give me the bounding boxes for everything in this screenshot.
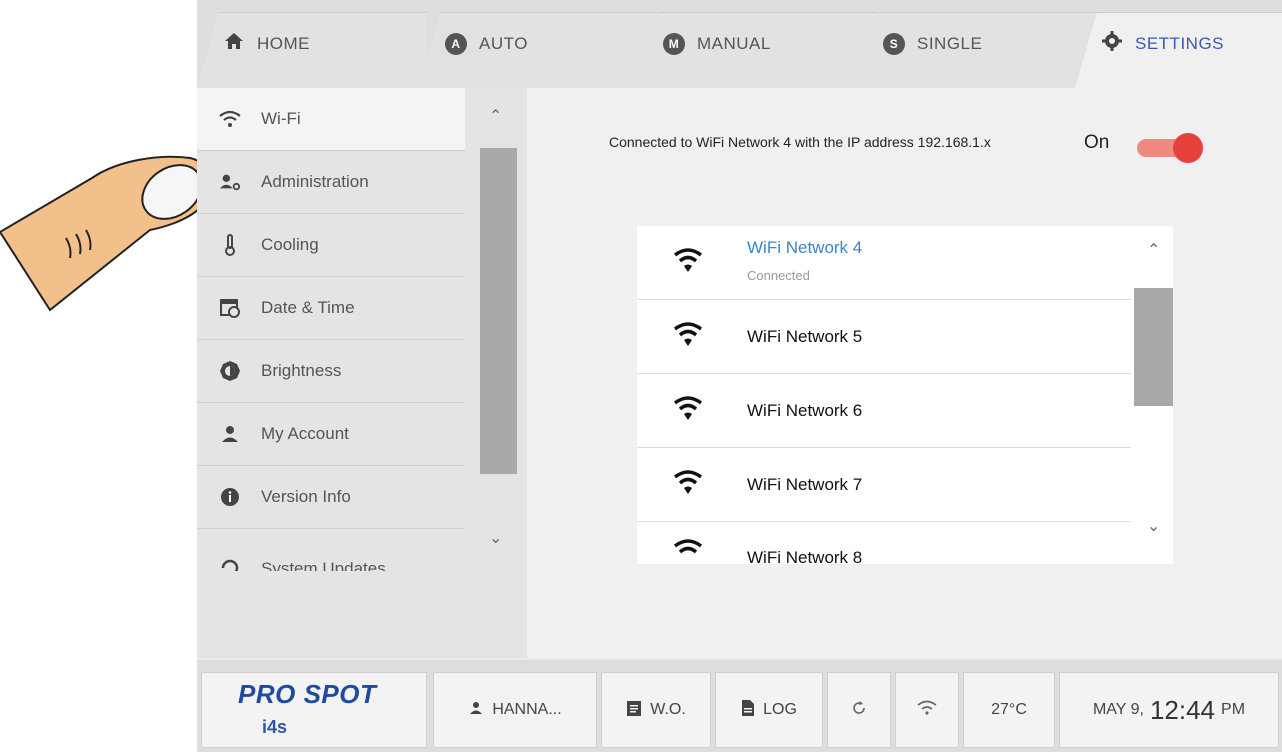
device-screen: HOME A AUTO M MANUAL S SINGLE SETTINGS W… (197, 0, 1282, 752)
menu-item-label: Cooling (261, 235, 319, 254)
wifi-signal-icon (673, 321, 703, 352)
network-name: WiFi Network 4 (747, 238, 863, 257)
network-row[interactable]: WiFi Network 6 (637, 374, 1131, 448)
bottom-status-bar: PRO SPOT i4s HANNA... W.O. LOG 27°C MAY … (197, 660, 1282, 752)
network-scroll-up-icon[interactable]: ⌃ (1147, 240, 1160, 260)
menu-item-label: Administration (261, 172, 369, 191)
wifi-signal-icon (673, 247, 703, 278)
network-name: WiFi Network 6 (747, 400, 863, 420)
network-name: WiFi Network 8 (747, 548, 863, 564)
clipboard-icon (626, 699, 642, 722)
menu-item-my-account[interactable]: My Account (197, 403, 465, 466)
tab-single[interactable]: S SINGLE (857, 12, 1097, 88)
single-badge-icon: S (883, 32, 905, 55)
menu-item-cooling[interactable]: Cooling (197, 214, 465, 277)
stage: HOME A AUTO M MANUAL S SINGLE SETTINGS W… (0, 0, 1282, 752)
wifi-icon (917, 700, 937, 721)
temperature-value: 27°C (991, 701, 1027, 718)
document-icon (741, 699, 755, 722)
update-icon (219, 557, 241, 571)
network-row[interactable]: WiFi Network 7 (637, 448, 1131, 522)
tab-label: AUTO (479, 33, 528, 53)
date-time-display: MAY 9, 12:44 PM (1059, 672, 1279, 748)
wifi-signal-icon (673, 469, 703, 500)
date-value: MAY 9, (1092, 701, 1144, 718)
info-icon (219, 486, 241, 508)
menu-item-version-info[interactable]: Version Info (197, 466, 465, 529)
toggle-knob (1173, 133, 1203, 163)
menu-scroll-down-icon[interactable]: ⌄ (489, 528, 502, 548)
tab-label: SINGLE (917, 33, 983, 53)
temperature-display: 27°C (963, 672, 1055, 748)
menu-scroll-up-icon[interactable]: ⌃ (489, 106, 502, 126)
menu-item-label: My Account (261, 424, 349, 443)
tab-label: MANUAL (697, 33, 771, 53)
refresh-icon (851, 700, 867, 721)
menu-item-label: Wi-Fi (261, 109, 301, 128)
tab-label: SETTINGS (1135, 33, 1225, 53)
user-button[interactable]: HANNA... (433, 672, 597, 748)
tab-label: HOME (257, 33, 310, 53)
network-row[interactable]: WiFi Network 4 Connected (637, 226, 1131, 300)
gear-icon (1101, 30, 1123, 57)
finger-pointer-illustration (0, 155, 211, 312)
auto-badge-icon: A (445, 32, 467, 55)
person-icon (219, 423, 241, 445)
tab-bar: HOME A AUTO M MANUAL S SINGLE SETTINGS (197, 0, 1282, 88)
menu-item-label: Version Info (261, 487, 351, 506)
wifi-signal-icon (673, 395, 703, 426)
home-icon (223, 31, 245, 56)
wifi-status-text: Connected to WiFi Network 4 with the IP … (609, 134, 991, 150)
network-name: WiFi Network 5 (747, 326, 863, 346)
wifi-settings-pane: Connected to WiFi Network 4 with the IP … (527, 88, 1282, 658)
tab-manual[interactable]: M MANUAL (637, 12, 877, 88)
network-scroll-thumb[interactable] (1134, 288, 1173, 406)
tab-settings[interactable]: SETTINGS (1075, 12, 1282, 88)
brightness-icon (219, 360, 241, 382)
wifi-icon (219, 108, 241, 130)
person-icon (468, 700, 484, 721)
log-button[interactable]: LOG (715, 672, 823, 748)
logo-text: PRO SPOT (238, 679, 377, 709)
menu-item-label: System Updates (261, 559, 386, 571)
settings-menu: Wi-Fi Administration Cooling Date & Time (197, 88, 527, 658)
menu-scroll-thumb[interactable] (480, 148, 517, 474)
time-value: 12:44 (1149, 694, 1216, 725)
manual-badge-icon: M (663, 32, 685, 55)
menu-item-label: Date & Time (261, 298, 355, 317)
user-name: HANNA... (492, 701, 562, 718)
network-status: Connected (747, 268, 810, 283)
network-list: WiFi Network 4 Connected WiFi Network 5 … (637, 226, 1173, 564)
network-row[interactable]: WiFi Network 8 (637, 522, 1131, 564)
work-order-button[interactable]: W.O. (601, 672, 711, 748)
ampm-value: PM (1221, 701, 1246, 718)
menu-item-administration[interactable]: Administration (197, 151, 465, 214)
refresh-button[interactable] (827, 672, 891, 748)
admin-icon (219, 171, 241, 193)
network-name: WiFi Network 7 (747, 474, 863, 494)
menu-item-date-time[interactable]: Date & Time (197, 277, 465, 340)
network-scroll-down-icon[interactable]: ⌄ (1147, 516, 1160, 536)
tab-home[interactable]: HOME (197, 12, 427, 88)
pro-spot-logo: PRO SPOT i4s (201, 672, 427, 748)
thermometer-icon (219, 234, 241, 256)
menu-item-system-updates[interactable]: System Updates (197, 529, 465, 571)
menu-item-brightness[interactable]: Brightness (197, 340, 465, 403)
wifi-toggle-label: On (1084, 132, 1110, 153)
wifi-status-button[interactable] (895, 672, 959, 748)
calendar-clock-icon (219, 297, 241, 319)
wifi-toggle[interactable] (1137, 133, 1203, 163)
network-row[interactable]: WiFi Network 5 (637, 300, 1131, 374)
menu-item-wifi[interactable]: Wi-Fi (197, 88, 465, 151)
work-order-label: W.O. (650, 701, 686, 718)
log-label: LOG (763, 701, 797, 718)
wifi-signal-icon (673, 538, 703, 564)
tab-auto[interactable]: A AUTO (419, 12, 657, 88)
menu-item-label: Brightness (261, 361, 342, 380)
logo-subtext: i4s (262, 717, 288, 737)
